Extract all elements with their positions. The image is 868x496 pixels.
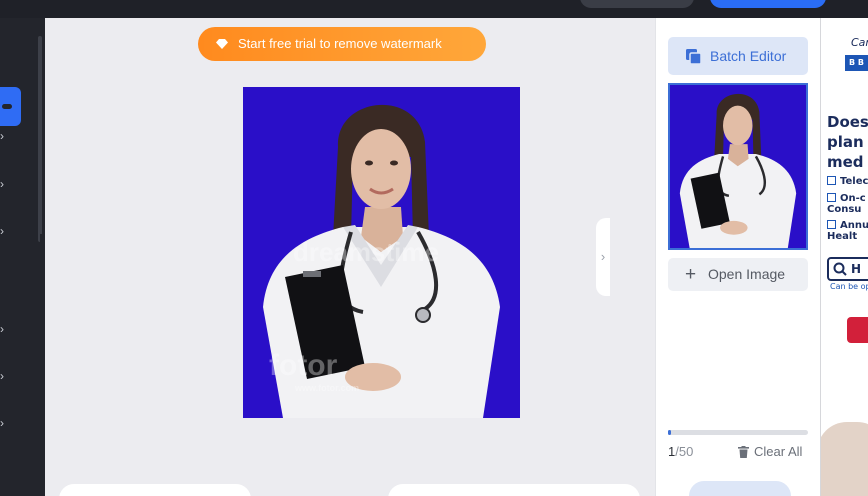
watermark-url: www.fotor.com [295,383,360,393]
ad-search-box[interactable]: H [827,257,868,281]
image-count-total: /50 [675,444,694,459]
download-button[interactable] [689,481,791,496]
ad-headline: Does plan med [827,113,868,171]
sidebar-item-active[interactable] [0,87,21,126]
active-indicator [2,104,12,109]
image-count-progress [668,430,808,435]
diamond-icon [216,39,228,49]
ad-brand: Can [851,36,868,49]
header-button[interactable] [580,0,694,8]
checkbox-icon [827,176,836,185]
trial-label: Start free trial to remove watermark [238,36,442,51]
image-count: 1/50 [668,444,693,459]
ad-bullet: On-c Consu [827,193,866,215]
watermark-brand: fotor [269,349,338,382]
ad-search-text: H [851,262,862,276]
ad-image [821,422,868,496]
batch-editor-label: Batch Editor [710,48,787,64]
left-sidebar: › › › › › › [0,18,45,496]
advertisement-panel[interactable]: Can B B Does plan med Telec On-c Consu A… [820,18,868,496]
checkbox-icon [827,220,836,229]
ad-bullet: Annu Healt [827,220,868,242]
batch-panel: Batch Editor + Open Image 1/50 Clear All [655,18,820,496]
open-image-button[interactable]: + Open Image [668,258,808,291]
ad-brand-badge: B B [845,55,868,71]
progress-fill [668,430,671,435]
size-toolbar[interactable] [388,484,640,496]
layers-icon [686,49,701,64]
chevron-right-icon[interactable]: › [0,369,12,383]
editor-canvas: Start free trial to remove watermark dre… [45,18,655,496]
thumbnail-photo [670,85,806,248]
top-header [0,0,868,18]
ad-bullet: Telec [827,176,868,187]
zoom-toolbar[interactable] [59,484,251,496]
batch-editor-button[interactable]: Batch Editor [668,37,808,75]
sidebar-scrollbar[interactable] [38,36,42,242]
clear-all-button[interactable]: Clear All [738,444,802,459]
open-image-label: Open Image [708,266,786,282]
chevron-right-icon[interactable]: › [0,322,12,336]
header-primary-button[interactable] [710,0,826,8]
trash-icon [738,446,749,458]
plus-icon: + [685,264,697,285]
chevron-right-icon[interactable]: › [0,129,12,143]
chevron-right-icon[interactable]: › [0,224,12,238]
photo-preview[interactable]: dreamstime fotor www.fotor.com [243,87,520,418]
clear-all-label: Clear All [754,444,803,459]
start-free-trial-button[interactable]: Start free trial to remove watermark [198,27,486,61]
checkbox-icon [827,193,836,202]
chevron-right-icon: › [600,249,606,264]
chevron-right-icon[interactable]: › [0,416,12,430]
watermark-text: dreamstime [293,237,439,267]
image-thumbnail[interactable] [668,83,808,250]
ad-cta-button[interactable] [847,317,868,343]
ad-note: Can be op [830,282,868,291]
chevron-right-icon[interactable]: › [0,177,12,191]
search-icon [833,262,847,276]
collapse-right-panel-handle[interactable]: › [596,218,610,296]
